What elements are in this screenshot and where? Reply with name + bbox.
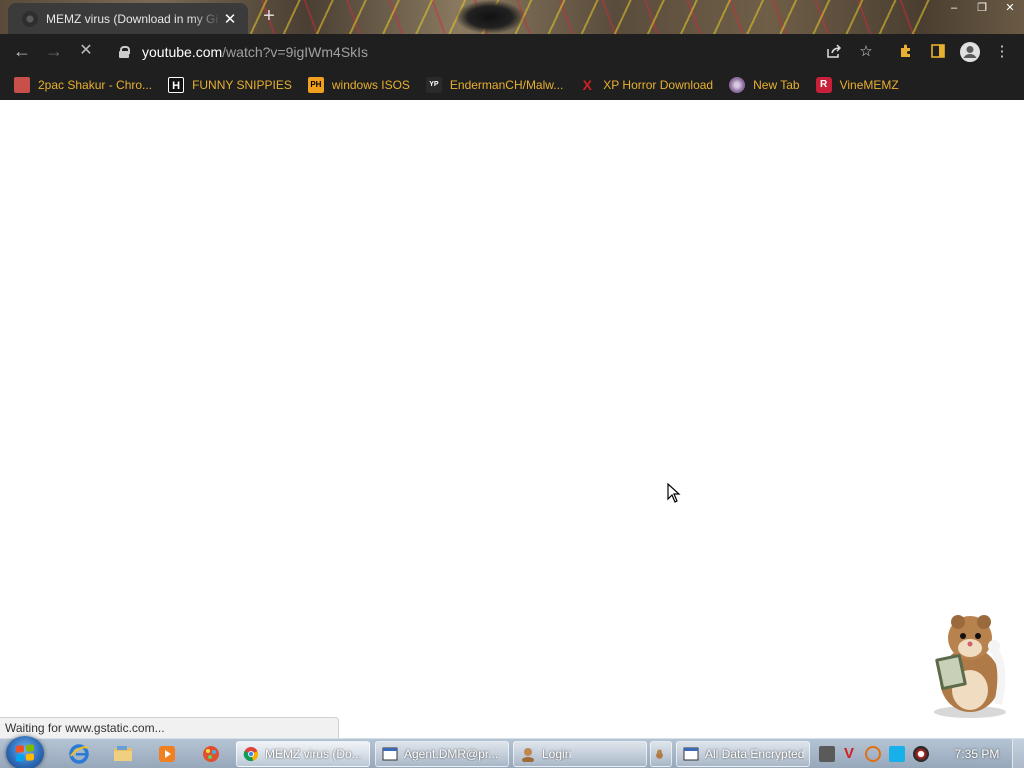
theme-background bbox=[250, 0, 930, 34]
browser-titlebar: MEMZ virus (Download in my Gi ✕ + – ❐ ✕ bbox=[0, 0, 1024, 34]
taskbar-item-label: MEMZ virus (Do... bbox=[265, 747, 362, 761]
puzzle-icon[interactable] bbox=[897, 43, 915, 61]
mouse-cursor-icon bbox=[667, 483, 681, 503]
display-icon[interactable] bbox=[889, 746, 905, 762]
bookmark-label: EndermanCH/Malw... bbox=[449, 78, 564, 92]
page-content bbox=[0, 100, 1024, 738]
back-button[interactable]: ← bbox=[11, 42, 33, 62]
windows-taskbar: MEMZ virus (Do... Agent.DMR@pr... Login … bbox=[0, 736, 1024, 768]
paint-app-icon[interactable] bbox=[200, 743, 222, 765]
bookmark-label: windows ISOS bbox=[331, 78, 410, 92]
window-icon bbox=[683, 747, 699, 761]
forward-button[interactable]: → bbox=[43, 42, 65, 62]
bookmark-label: 2pac Shakur - Chro... bbox=[38, 78, 153, 92]
bookmark-item[interactable]: New Tab bbox=[729, 72, 800, 98]
yp-icon: YP bbox=[425, 77, 442, 93]
taskbar-item-encrypted[interactable]: All Data Encrypted bbox=[676, 741, 810, 767]
taskbar-item-hamster[interactable] bbox=[650, 741, 672, 767]
bookmark-star-icon[interactable]: ☆ bbox=[857, 43, 875, 61]
menu-icon[interactable]: ⋮ bbox=[993, 43, 1011, 61]
bookmark-item[interactable]: X XP Horror Download bbox=[579, 72, 714, 98]
sidepanel-icon[interactable] bbox=[929, 43, 947, 61]
minimize-button[interactable]: – bbox=[940, 0, 968, 18]
file-explorer-icon[interactable] bbox=[112, 743, 134, 765]
show-desktop-button[interactable] bbox=[1012, 739, 1024, 768]
url-path: /watch?v=9igIWm4SkIs bbox=[222, 44, 369, 60]
close-icon[interactable]: ✕ bbox=[222, 10, 238, 28]
bookmark-item[interactable]: PH windows ISOS bbox=[307, 72, 410, 98]
bookmark-label: New Tab bbox=[753, 78, 800, 92]
browser-toolbar: ← → ✕ youtube.com/watch?v=9igIWm4SkIs ☆ … bbox=[0, 34, 1024, 70]
chrome-icon bbox=[243, 747, 259, 762]
windows-logo-icon bbox=[16, 744, 34, 762]
h-icon: H bbox=[168, 77, 185, 93]
address-bar[interactable]: youtube.com/watch?v=9igIWm4SkIs bbox=[110, 38, 888, 66]
screen: MEMZ virus (Download in my Gi ✕ + – ❐ ✕ … bbox=[0, 0, 1024, 768]
x-icon: X bbox=[582, 77, 592, 93]
r-icon: R bbox=[815, 77, 832, 93]
stop-loading-button[interactable]: ✕ bbox=[75, 42, 97, 62]
window-icon bbox=[382, 747, 398, 761]
user-icon bbox=[522, 748, 534, 762]
profile-icon[interactable] bbox=[959, 41, 981, 63]
bookmark-label: XP Horror Download bbox=[603, 78, 714, 92]
share-icon[interactable] bbox=[825, 43, 843, 61]
globe-icon bbox=[729, 77, 746, 93]
bookmark-label: FUNNY SNIPPIES bbox=[192, 78, 292, 92]
taskbar-clock[interactable]: 7:35 PM bbox=[952, 739, 1002, 768]
ph-icon: PH bbox=[307, 77, 324, 93]
status-bubble: Waiting for www.gstatic.com... bbox=[0, 717, 339, 738]
loading-favicon-icon bbox=[22, 10, 38, 27]
bookmark-item[interactable]: YP EndermanCH/Malw... bbox=[425, 72, 564, 98]
theme-background-shape bbox=[455, 0, 525, 34]
tray-app-icon[interactable] bbox=[819, 746, 835, 762]
url-host: youtube.com bbox=[142, 44, 223, 60]
v-antivirus-icon[interactable]: V bbox=[841, 746, 857, 762]
photo-icon bbox=[14, 77, 30, 93]
taskbar-item-label: All Data Encrypted bbox=[705, 747, 805, 761]
bookmark-item[interactable]: R VineMEMZ bbox=[815, 72, 899, 98]
taskbar-item-login[interactable]: Login bbox=[513, 741, 647, 767]
record-icon[interactable] bbox=[913, 746, 929, 762]
restore-button[interactable]: ❐ bbox=[968, 0, 996, 18]
internet-explorer-icon[interactable] bbox=[68, 743, 90, 765]
close-window-button[interactable]: ✕ bbox=[996, 0, 1024, 18]
hamster-icon bbox=[656, 749, 663, 759]
bookmarks-bar: 2pac Shakur - Chro... H FUNNY SNIPPIES P… bbox=[0, 70, 1024, 100]
tab-title: MEMZ virus (Download in my Gi bbox=[46, 11, 219, 26]
bookmark-label: VineMEMZ bbox=[839, 78, 899, 92]
bookmark-item[interactable]: 2pac Shakur - Chro... bbox=[14, 72, 152, 98]
start-button[interactable] bbox=[6, 736, 44, 768]
hamster-agent-icon bbox=[934, 615, 1006, 718]
media-player-icon[interactable] bbox=[156, 743, 178, 765]
new-tab-button[interactable]: + bbox=[258, 6, 280, 28]
window-controls: – ❐ ✕ bbox=[940, 0, 1024, 18]
search-icon[interactable] bbox=[865, 746, 881, 762]
bookmark-item[interactable]: H FUNNY SNIPPIES bbox=[168, 72, 292, 98]
taskbar-item-chrome[interactable]: MEMZ virus (Do... bbox=[236, 741, 370, 767]
taskbar-item-label: Login bbox=[542, 747, 572, 761]
taskbar-item-agent[interactable]: Agent.DMR@pr... bbox=[375, 741, 509, 767]
browser-tab[interactable]: MEMZ virus (Download in my Gi ✕ bbox=[8, 3, 248, 34]
taskbar-item-label: Agent.DMR@pr... bbox=[404, 747, 499, 761]
lock-icon bbox=[118, 46, 130, 58]
